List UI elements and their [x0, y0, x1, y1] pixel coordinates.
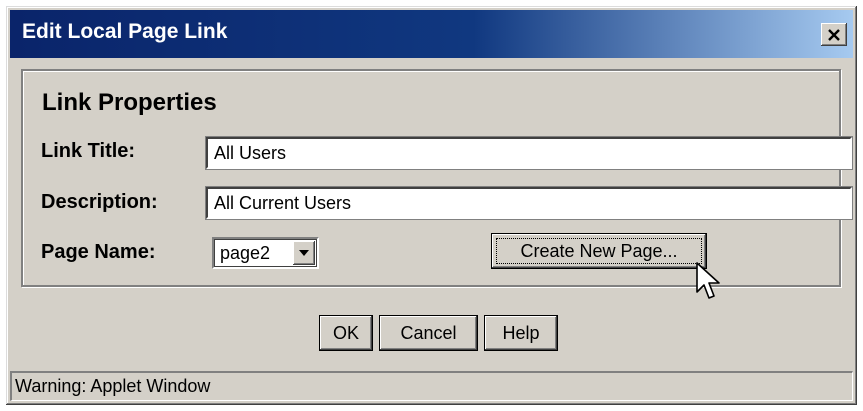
- close-icon: [828, 28, 840, 41]
- ok-label: OK: [332, 322, 359, 343]
- create-new-page-label: Create New Page...: [520, 240, 678, 261]
- cancel-label: Cancel: [400, 322, 457, 343]
- help-button[interactable]: Help: [484, 315, 558, 351]
- page-name-select[interactable]: page2: [212, 237, 319, 269]
- link-title-input[interactable]: All Users: [206, 137, 852, 169]
- status-bar: Warning: Applet Window: [10, 371, 853, 401]
- chevron-down-icon: [299, 250, 309, 256]
- dropdown-arrow-button[interactable]: [293, 241, 315, 265]
- description-input[interactable]: All Current Users: [206, 187, 852, 219]
- status-text: Warning: Applet Window: [15, 376, 211, 396]
- close-button[interactable]: [821, 23, 847, 46]
- link-title-label: Link Title:: [41, 140, 136, 162]
- create-new-page-button[interactable]: Create New Page...: [491, 233, 707, 269]
- title-bar[interactable]: Edit Local Page Link: [10, 10, 853, 58]
- window-title: Edit Local Page Link: [22, 20, 228, 43]
- cancel-button[interactable]: Cancel: [379, 315, 478, 351]
- page-name-label: Page Name:: [41, 241, 156, 263]
- ok-button[interactable]: OK: [319, 315, 373, 351]
- link-properties-panel: Link Properties Link Title: All Users De…: [21, 69, 852, 287]
- description-label: Description:: [41, 191, 158, 213]
- dialog-window: Edit Local Page Link Link Properties Lin…: [6, 6, 857, 405]
- help-label: Help: [502, 322, 540, 343]
- section-heading: Link Properties: [42, 89, 217, 116]
- mouse-pointer-icon: [696, 262, 720, 299]
- page-name-selected-value: page2: [220, 243, 271, 263]
